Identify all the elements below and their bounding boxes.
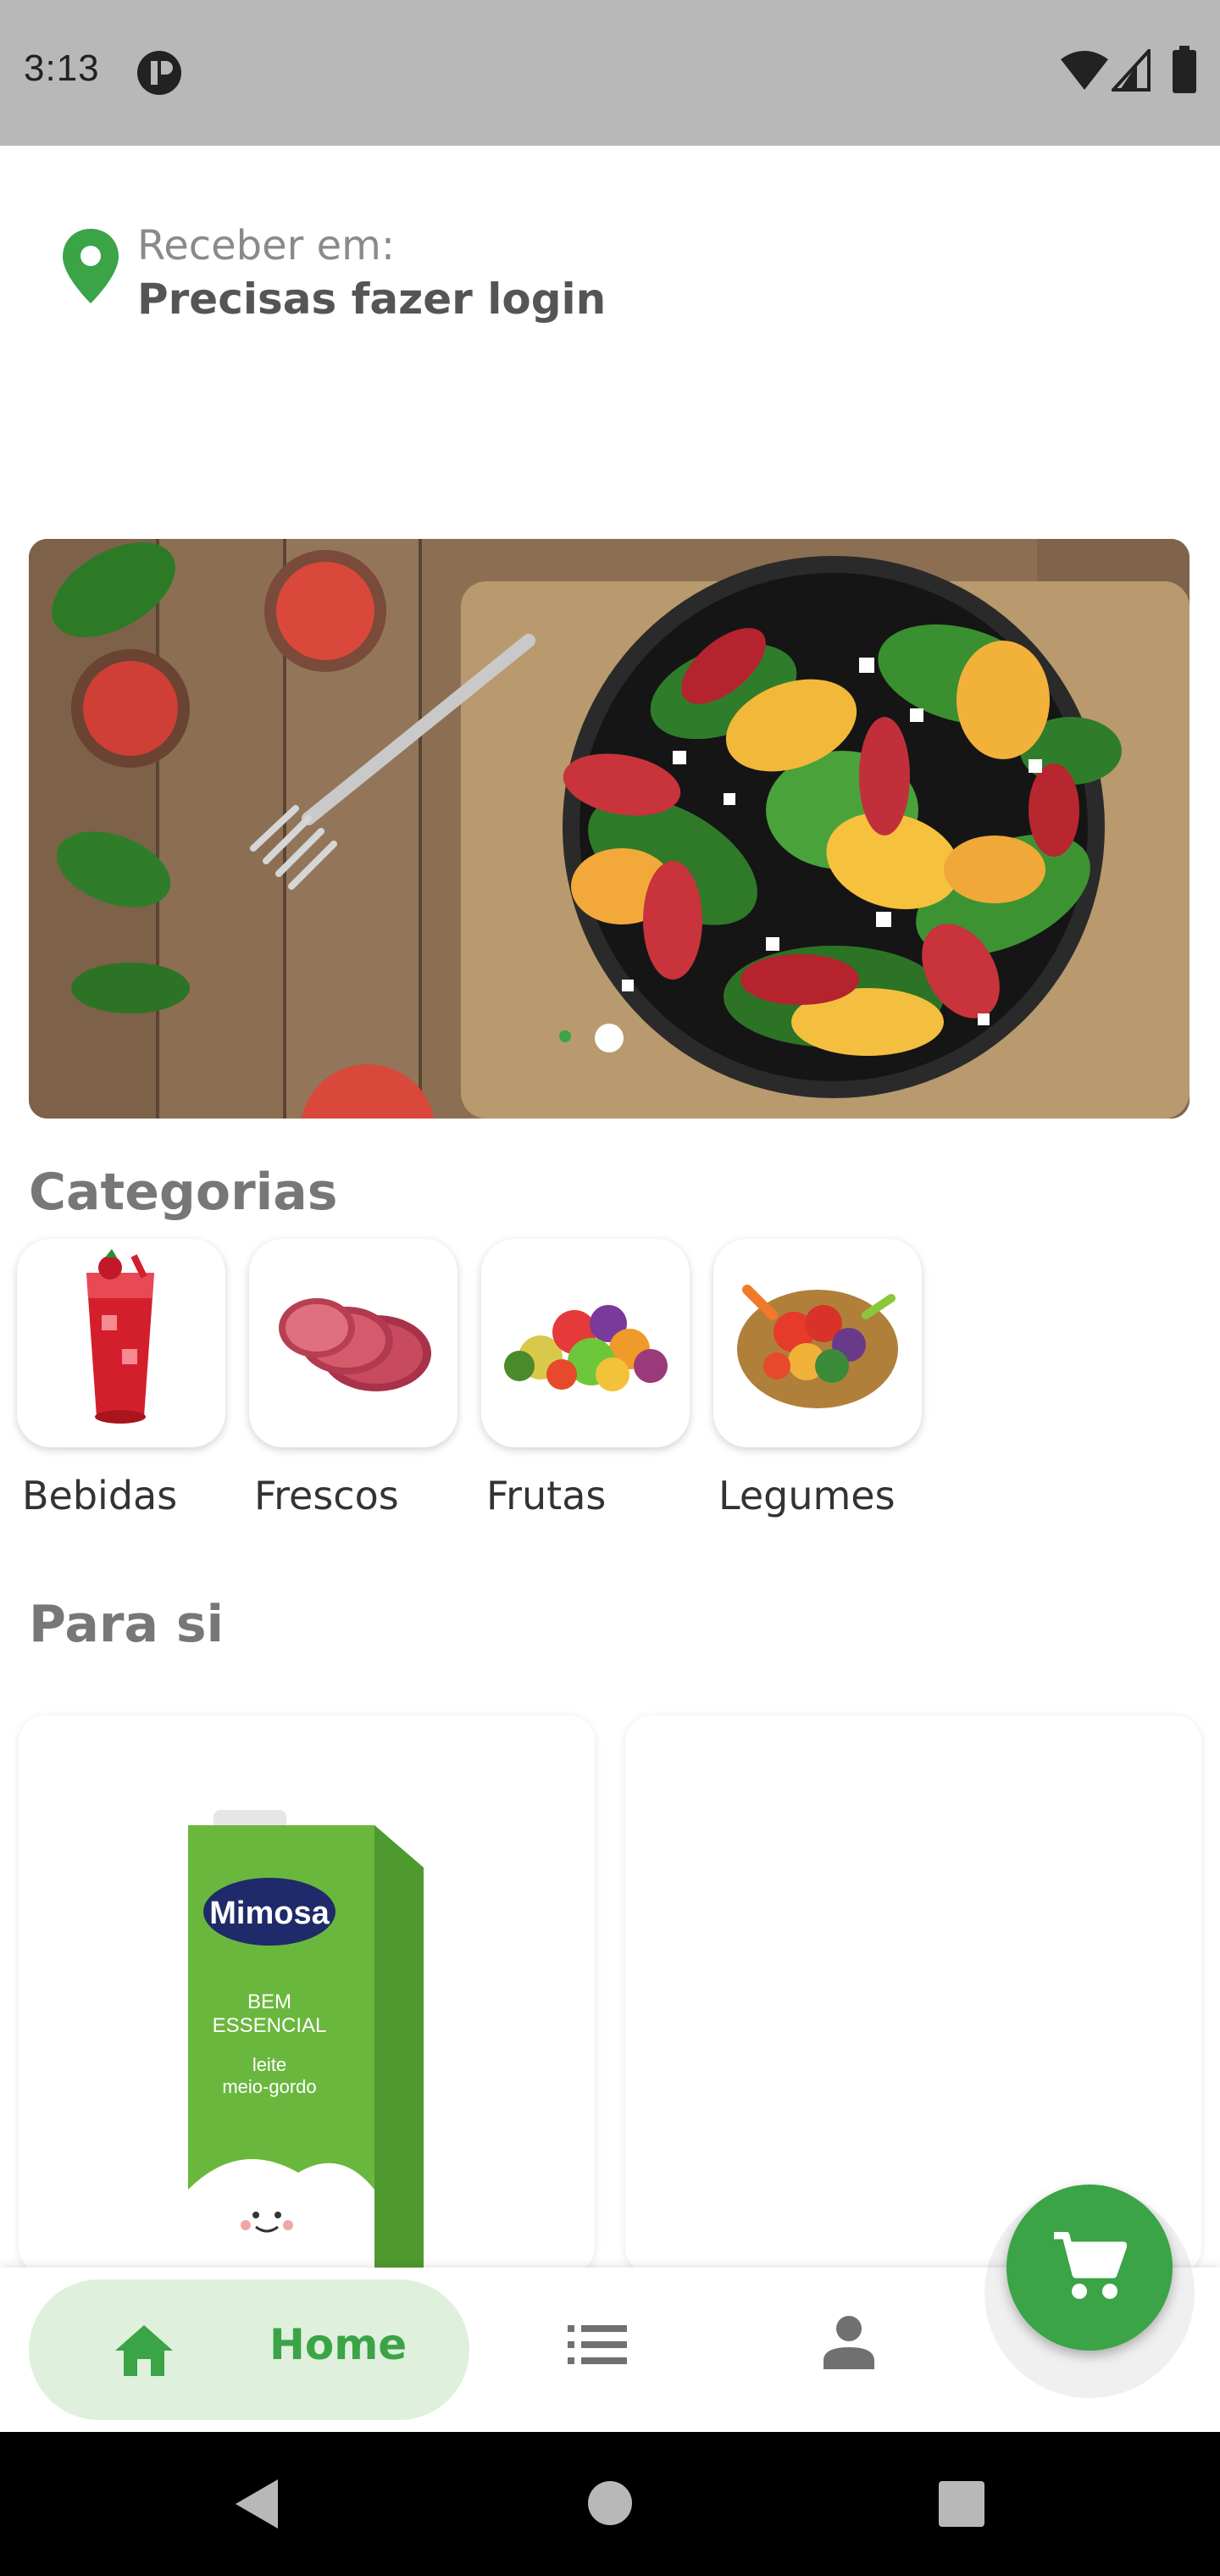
category-card[interactable] [17, 1239, 225, 1447]
category-card[interactable] [481, 1239, 690, 1447]
categories-title: Categorias [29, 1163, 338, 1222]
status-time: 3:13 [24, 47, 100, 89]
home-icon [115, 2325, 173, 2376]
cart-button[interactable] [1006, 2185, 1173, 2351]
vegetables-image [737, 1285, 898, 1408]
drink-image [86, 1249, 154, 1424]
list-icon[interactable] [568, 2325, 627, 2364]
person-icon[interactable] [822, 2315, 876, 2369]
category-label: Frutas [486, 1473, 607, 1518]
category-legumes[interactable]: Legumes [713, 1239, 922, 1518]
location-value[interactable]: Precisas fazer login [137, 275, 606, 324]
status-bar: 3:13 [0, 0, 1220, 146]
carton-line-4: meio-gordo [222, 2076, 316, 2097]
carousel-dot-2[interactable] [595, 1024, 624, 1052]
nav-home-tab[interactable]: Home [29, 2279, 469, 2420]
carousel-dot-1[interactable] [559, 1030, 571, 1042]
carton-line-3: leite [252, 2054, 286, 2075]
product-card[interactable]: Mimosa BEM ESSENCIAL leite meio-gordo [19, 1715, 595, 2274]
back-icon[interactable] [229, 2476, 285, 2532]
fruits-image [504, 1305, 668, 1391]
meat-image [279, 1298, 431, 1391]
category-label: Frescos [254, 1473, 399, 1518]
category-frutas[interactable]: Frutas [481, 1239, 690, 1518]
location-pin-icon [63, 229, 119, 303]
category-bebidas[interactable]: Bebidas [17, 1239, 225, 1518]
location-label: Receber em: [137, 222, 396, 269]
app-notification-icon [137, 51, 181, 95]
carton-line-2: ESSENCIAL [213, 2014, 327, 2037]
category-frescos[interactable]: Frescos [249, 1239, 458, 1518]
nav-home-label: Home [269, 2320, 408, 2369]
cart-icon [1054, 2232, 1127, 2299]
signal-icon [1112, 49, 1151, 92]
battery-icon [1173, 46, 1196, 93]
system-navigation-bar [0, 2432, 1220, 2576]
system-home-button[interactable] [588, 2481, 632, 2525]
category-label: Bebidas [22, 1473, 178, 1518]
carton-line-1: BEM [247, 1990, 291, 2013]
category-card[interactable] [249, 1239, 458, 1447]
recent-apps-button[interactable] [939, 2481, 984, 2527]
milk-carton-image: Mimosa BEM ESSENCIAL leite meio-gordo [188, 1810, 424, 2274]
wifi-icon [1061, 51, 1108, 90]
for-you-title: Para si [29, 1595, 225, 1654]
carton-brand: Mimosa [209, 1896, 330, 1931]
category-label: Legumes [718, 1473, 896, 1518]
category-card[interactable] [713, 1239, 922, 1447]
